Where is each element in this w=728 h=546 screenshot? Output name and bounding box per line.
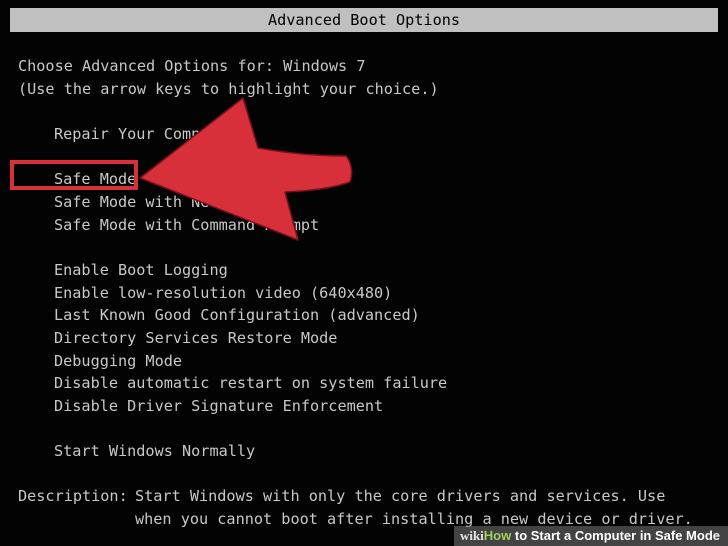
header-line-os: Choose Advanced Options for: Windows 7 — [18, 57, 366, 75]
description-label: Description: — [18, 487, 128, 505]
menu-item-boot-logging[interactable]: Enable Boot Logging — [54, 259, 228, 282]
menu-item-directory-services[interactable]: Directory Services Restore Mode — [54, 327, 337, 350]
watermark-wiki: wiki — [459, 528, 484, 543]
menu-item-safe-mode-command-prompt[interactable]: Safe Mode with Command Prompt — [54, 214, 319, 237]
watermark-how: How — [483, 528, 512, 543]
menu-item-debugging[interactable]: Debugging Mode — [54, 350, 182, 373]
header-line-instructions: (Use the arrow keys to highlight your ch… — [18, 80, 439, 98]
menu-item-repair[interactable]: Repair Your Computer — [54, 123, 237, 146]
screen-title: Advanced Boot Options — [10, 8, 718, 32]
wikihow-watermark: wikiHow to Start a Computer in Safe Mode — [453, 526, 728, 546]
highlight-box — [10, 160, 138, 190]
menu-item-start-normally[interactable]: Start Windows Normally — [54, 440, 255, 463]
boot-screen: Advanced Boot Options Choose Advanced Op… — [0, 0, 728, 546]
menu-item-last-known-good[interactable]: Last Known Good Configuration (advanced) — [54, 304, 420, 327]
watermark-title: to Start a Computer in Safe Mode — [511, 528, 720, 543]
menu-item-safe-mode-networking[interactable]: Safe Mode with Networking — [54, 191, 283, 214]
description-line-1: Start Windows with only the core drivers… — [135, 487, 666, 505]
menu-item-low-res-video[interactable]: Enable low-resolution video (640x480) — [54, 282, 392, 305]
menu-item-disable-driver-signature[interactable]: Disable Driver Signature Enforcement — [54, 395, 383, 418]
menu-item-disable-auto-restart[interactable]: Disable automatic restart on system fail… — [54, 372, 447, 395]
